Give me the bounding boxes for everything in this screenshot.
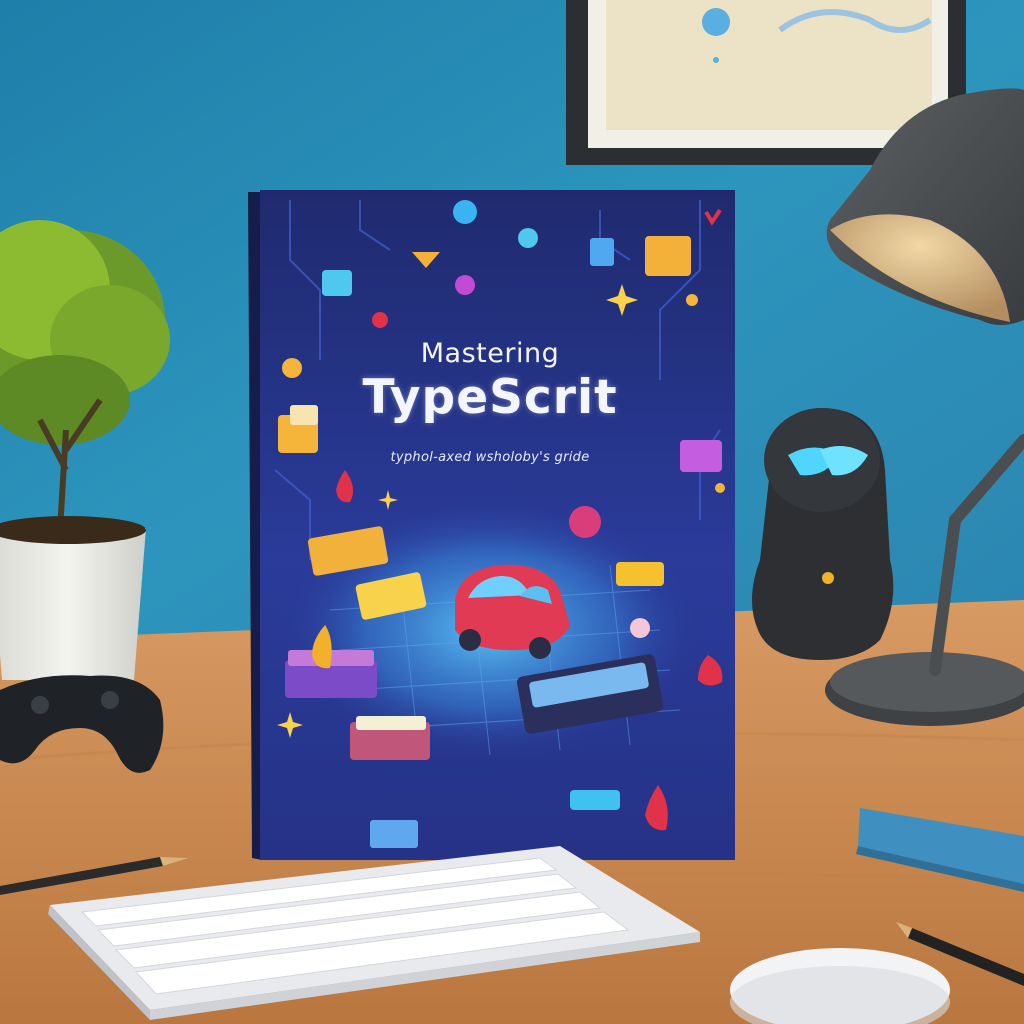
desk-scene <box>0 0 1024 1024</box>
book <box>248 190 735 860</box>
book-subtitle: typhol-axed wsholoby's gride <box>390 450 590 465</box>
book-title-line-1: Mastering <box>420 338 560 369</box>
robot-figure <box>751 408 894 660</box>
book-title-line-2: TypeScrit <box>362 370 618 425</box>
